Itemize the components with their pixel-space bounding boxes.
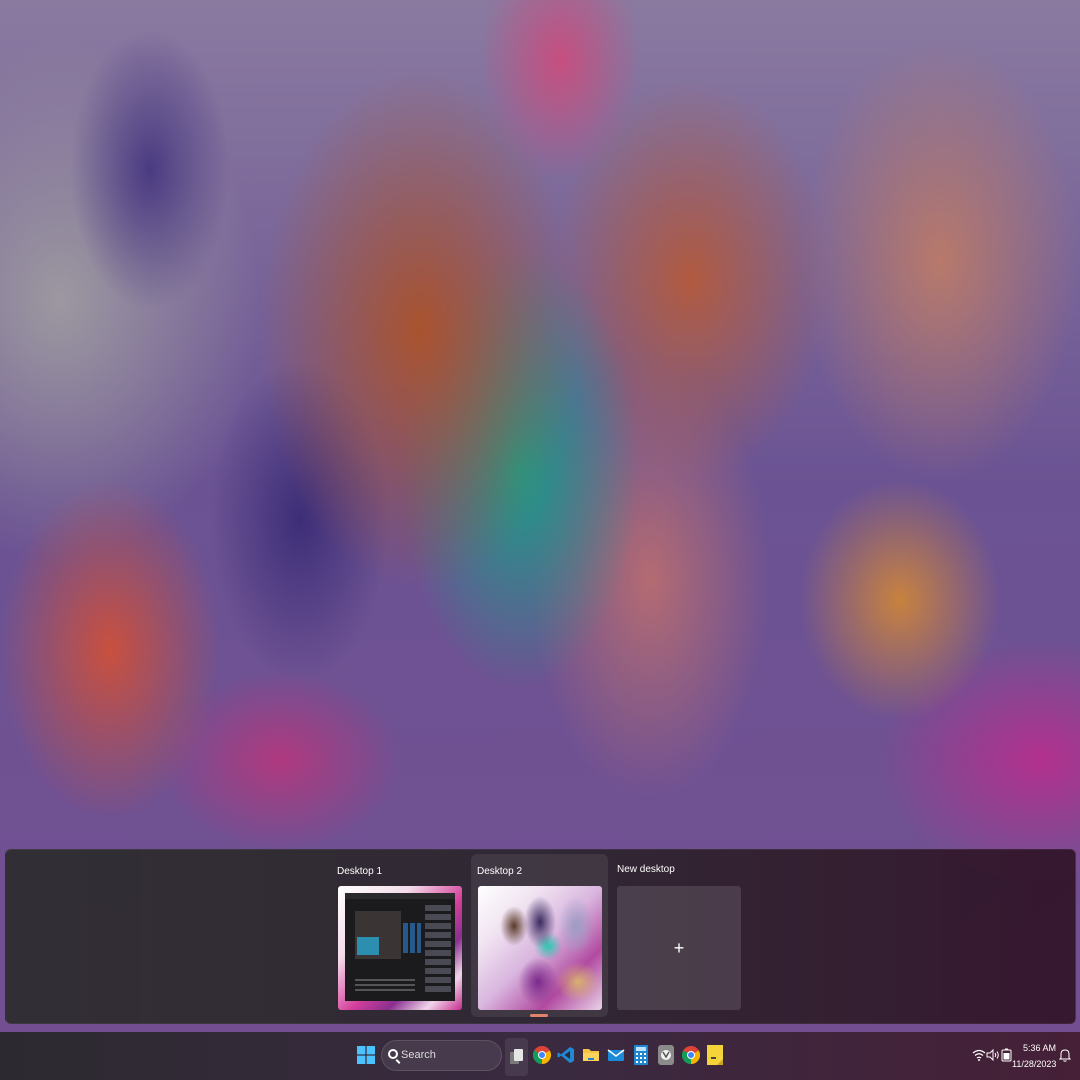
active-desktop-indicator [530,1014,548,1017]
vscode-icon[interactable] [555,1044,577,1066]
chrome-icon[interactable] [531,1044,553,1066]
chrome-icon[interactable] [680,1044,702,1066]
calculator-icon[interactable] [630,1044,652,1066]
sticky-notes-icon[interactable] [704,1044,726,1066]
file-explorer-icon[interactable] [580,1044,602,1066]
mail-icon[interactable] [605,1044,627,1066]
task-view-button[interactable] [505,1038,528,1076]
plus-icon: + [673,937,685,958]
notification-icon[interactable] [1056,1044,1074,1066]
app-icon[interactable] [655,1044,677,1066]
desktop-1-thumbnail[interactable] [338,886,462,1010]
desktop-2-label: Desktop 2 [477,866,523,877]
desktop-1-window-preview [345,893,455,1001]
windows-start-icon[interactable] [355,1044,377,1066]
desktop-1-label: Desktop 1 [337,866,383,877]
task-view-icon [510,1049,523,1064]
clock-time[interactable]: 5:36 AM [1012,1043,1056,1053]
search-box[interactable]: Search [381,1040,502,1071]
search-placeholder: Search [401,1049,436,1061]
new-desktop-label: New desktop [617,864,675,875]
desktop-2-thumbnail[interactable] [478,886,602,1010]
clock-date[interactable]: 11/28/2023 [1012,1059,1056,1069]
search-icon [388,1049,398,1059]
